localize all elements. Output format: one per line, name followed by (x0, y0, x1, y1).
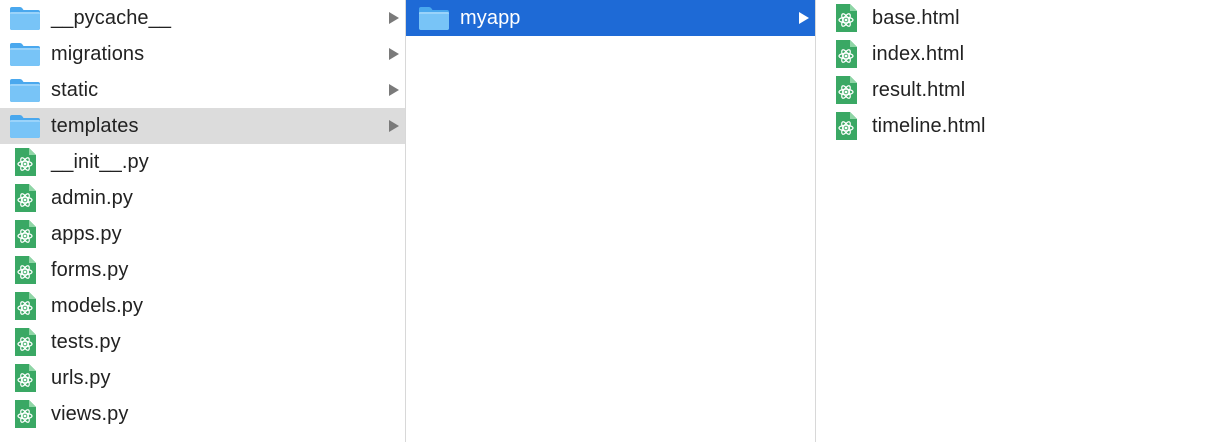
item-label: forms.py (51, 258, 129, 281)
column-1[interactable]: __pycache__ migrations static templates … (0, 0, 406, 442)
file-item[interactable]: admin.py (0, 180, 405, 216)
item-label: static (51, 78, 99, 101)
atom-document-icon (830, 76, 862, 104)
folder-icon (418, 4, 450, 32)
item-label: __pycache__ (51, 6, 172, 29)
atom-document-icon (9, 220, 41, 248)
atom-document-icon (9, 400, 41, 428)
item-label: __init__.py (51, 150, 149, 173)
item-label: apps.py (51, 222, 122, 245)
file-item[interactable]: views.py (0, 396, 405, 432)
file-item[interactable]: tests.py (0, 324, 405, 360)
disclosure-arrow-icon (389, 48, 399, 60)
folder-item[interactable]: __pycache__ (0, 0, 405, 36)
file-item[interactable]: __init__.py (0, 144, 405, 180)
item-label: templates (51, 114, 139, 137)
item-label: migrations (51, 42, 145, 65)
file-item[interactable]: timeline.html (816, 108, 1218, 144)
item-label: admin.py (51, 186, 133, 209)
item-label: models.py (51, 294, 144, 317)
disclosure-arrow-icon (389, 84, 399, 96)
disclosure-arrow-icon (389, 120, 399, 132)
item-label: index.html (872, 42, 965, 65)
folder-item[interactable]: myapp (406, 0, 815, 36)
file-item[interactable]: urls.py (0, 360, 405, 396)
disclosure-arrow-icon (799, 12, 809, 24)
file-item[interactable]: result.html (816, 72, 1218, 108)
disclosure-arrow-icon (389, 12, 399, 24)
folder-item[interactable]: static (0, 72, 405, 108)
atom-document-icon (9, 328, 41, 356)
folder-icon (9, 40, 41, 68)
folder-item[interactable]: templates (0, 108, 405, 144)
atom-document-icon (9, 256, 41, 284)
atom-document-icon (9, 364, 41, 392)
atom-document-icon (830, 40, 862, 68)
folder-icon (9, 112, 41, 140)
file-item[interactable]: apps.py (0, 216, 405, 252)
item-label: tests.py (51, 330, 121, 353)
item-label: base.html (872, 6, 960, 29)
file-item[interactable]: index.html (816, 36, 1218, 72)
atom-document-icon (9, 148, 41, 176)
folder-item[interactable]: migrations (0, 36, 405, 72)
column-3[interactable]: base.html index.html result.html timelin… (816, 0, 1218, 442)
folder-icon (9, 4, 41, 32)
file-item[interactable]: models.py (0, 288, 405, 324)
atom-document-icon (9, 292, 41, 320)
item-label: result.html (872, 78, 966, 101)
column-2[interactable]: myapp (406, 0, 816, 442)
file-item[interactable]: forms.py (0, 252, 405, 288)
folder-icon (9, 76, 41, 104)
item-label: views.py (51, 402, 129, 425)
column-browser: __pycache__ migrations static templates … (0, 0, 1218, 442)
item-label: timeline.html (872, 114, 986, 137)
atom-document-icon (9, 184, 41, 212)
file-item[interactable]: base.html (816, 0, 1218, 36)
atom-document-icon (830, 112, 862, 140)
item-label: myapp (460, 6, 521, 29)
atom-document-icon (830, 4, 862, 32)
item-label: urls.py (51, 366, 111, 389)
